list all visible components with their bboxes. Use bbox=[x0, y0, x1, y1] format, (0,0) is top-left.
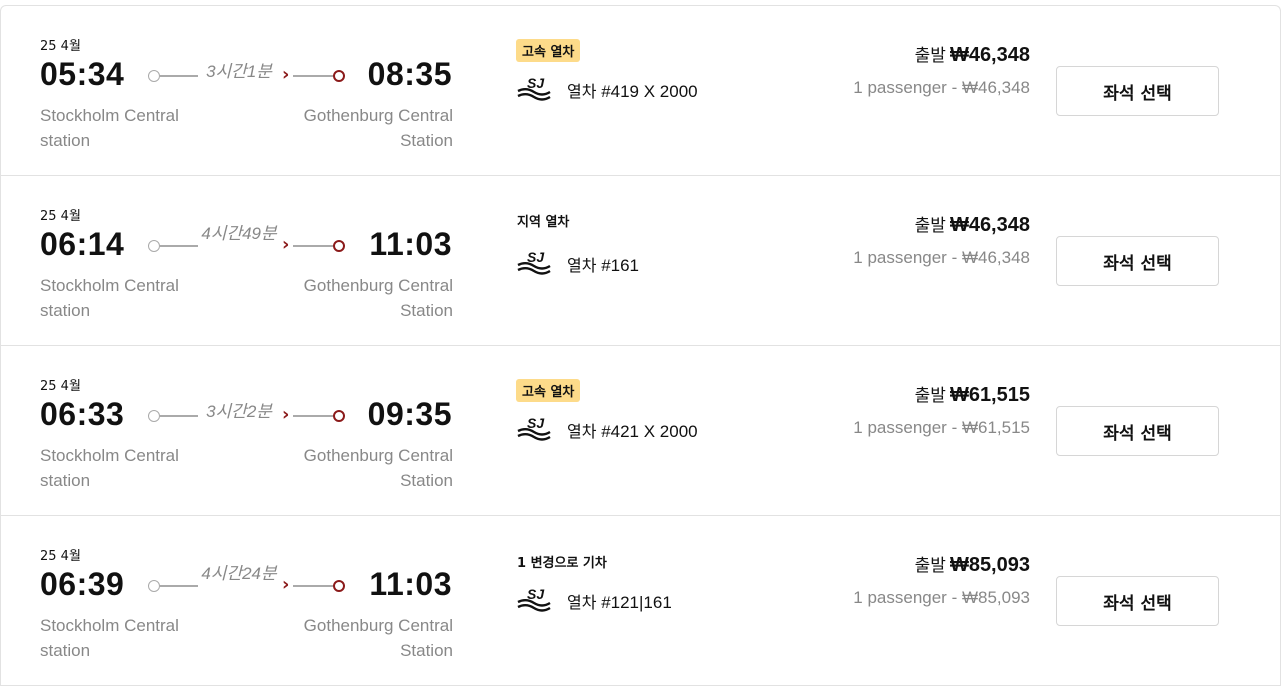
arrival-station: Gothenburg Central Station bbox=[303, 616, 453, 660]
route-line bbox=[293, 245, 333, 247]
travel-date: 25 4월 bbox=[40, 379, 81, 394]
train-result-row[interactable]: 25 4월 06:39 4시간24분 › 11:03 Stockholm Cen… bbox=[1, 516, 1280, 686]
train-results-list: 25 4월 05:34 3시간1분 › 08:35 Stockholm Cent… bbox=[0, 5, 1281, 686]
arrival-time: 11:03 bbox=[369, 226, 452, 262]
route-line bbox=[160, 245, 198, 247]
departure-time: 06:14 bbox=[40, 226, 125, 262]
price-prefix: 출발 bbox=[914, 556, 946, 576]
route-line bbox=[160, 75, 198, 77]
svg-text:SJ: SJ bbox=[527, 586, 545, 602]
train-result-row[interactable]: 25 4월 06:33 3시간2분 › 09:35 Stockholm Cent… bbox=[1, 346, 1280, 516]
sj-logo-icon: SJ bbox=[517, 249, 551, 275]
svg-text:SJ: SJ bbox=[527, 415, 545, 431]
trip-duration: 4시간24분 bbox=[201, 564, 277, 583]
destination-dot-icon bbox=[333, 70, 345, 82]
train-result-row[interactable]: 25 4월 05:34 3시간1분 › 08:35 Stockholm Cent… bbox=[1, 6, 1280, 176]
price-prefix: 출발 bbox=[914, 46, 946, 66]
train-number: #161 bbox=[601, 256, 640, 275]
passenger-price: 1 passenger - ₩46,348 bbox=[853, 78, 1030, 97]
passenger-price: 1 passenger - ₩46,348 bbox=[853, 248, 1030, 267]
arrival-time: 11:03 bbox=[369, 566, 452, 602]
price-prefix: 출발 bbox=[914, 216, 946, 236]
train-result-row[interactable]: 25 4월 06:14 4시간49분 › 11:03 Stockholm Cen… bbox=[1, 176, 1280, 346]
select-seat-button[interactable]: 좌석 선택 bbox=[1056, 406, 1219, 456]
price-amount: ₩46,348 bbox=[949, 44, 1030, 66]
chevron-right-icon: › bbox=[282, 64, 290, 85]
destination-dot-icon bbox=[333, 580, 345, 592]
route-line bbox=[160, 585, 198, 587]
departure-station: Stockholm Central station bbox=[40, 616, 179, 660]
origin-dot-icon bbox=[148, 70, 160, 82]
arrival-time: 08:35 bbox=[367, 56, 452, 92]
price-from: 출발 ₩46,348 bbox=[915, 41, 1030, 67]
svg-text:SJ: SJ bbox=[527, 249, 545, 265]
train-prefix: 열차 bbox=[567, 256, 597, 275]
price-from: 출발 ₩85,093 bbox=[915, 551, 1030, 577]
travel-date: 25 4월 bbox=[40, 39, 81, 54]
passenger-price: 1 passenger - ₩85,093 bbox=[853, 588, 1030, 607]
price-amount: ₩61,515 bbox=[949, 384, 1030, 406]
train-prefix: 열차 bbox=[567, 422, 597, 441]
chevron-right-icon: › bbox=[282, 574, 290, 595]
departure-station: Stockholm Central station bbox=[40, 106, 179, 150]
train-type-badge: 고속 열차 bbox=[516, 39, 581, 62]
origin-dot-icon bbox=[148, 410, 160, 422]
route-line bbox=[293, 415, 333, 417]
select-seat-button[interactable]: 좌석 선택 bbox=[1056, 576, 1219, 626]
price-amount: ₩46,348 bbox=[949, 214, 1030, 236]
train-type-badge: 1 변경으로 기차 bbox=[517, 556, 607, 571]
trip-duration: 4시간49분 bbox=[201, 224, 277, 243]
departure-time: 06:33 bbox=[40, 396, 125, 432]
price-from: 출발 ₩61,515 bbox=[915, 381, 1030, 407]
departure-time: 06:39 bbox=[40, 566, 125, 602]
route-line bbox=[293, 585, 333, 587]
trip-duration: 3시간2분 bbox=[206, 402, 272, 421]
chevron-right-icon: › bbox=[282, 404, 290, 425]
arrival-time: 09:35 bbox=[367, 396, 452, 432]
passenger-price: 1 passenger - ₩61,515 bbox=[853, 418, 1030, 437]
destination-dot-icon bbox=[333, 410, 345, 422]
route-timeline: 4시간24분 › bbox=[147, 565, 347, 606]
origin-dot-icon bbox=[148, 240, 160, 252]
departure-station: Stockholm Central station bbox=[40, 276, 179, 320]
route-timeline: 4시간49분 › bbox=[147, 225, 347, 266]
arrival-station: Gothenburg Central Station bbox=[303, 446, 453, 490]
origin-dot-icon bbox=[148, 580, 160, 592]
train-number: #419 X 2000 bbox=[601, 82, 698, 101]
svg-text:SJ: SJ bbox=[527, 75, 545, 91]
price-prefix: 출발 bbox=[914, 386, 946, 406]
select-seat-button[interactable]: 좌석 선택 bbox=[1056, 236, 1219, 286]
select-seat-button[interactable]: 좌석 선택 bbox=[1056, 66, 1219, 116]
route-line bbox=[160, 415, 198, 417]
arrival-station: Gothenburg Central Station bbox=[303, 276, 453, 320]
sj-logo-icon: SJ bbox=[517, 75, 551, 101]
route-timeline: 3시간1분 › bbox=[147, 62, 347, 96]
route-timeline: 3시간2분 › bbox=[147, 402, 347, 436]
price-amount: ₩85,093 bbox=[949, 554, 1030, 576]
destination-dot-icon bbox=[333, 240, 345, 252]
train-number: #421 X 2000 bbox=[601, 422, 698, 441]
departure-time: 05:34 bbox=[40, 56, 125, 92]
train-prefix: 열차 bbox=[567, 593, 597, 612]
sj-logo-icon: SJ bbox=[517, 415, 551, 441]
arrival-station: Gothenburg Central Station bbox=[303, 106, 453, 150]
trip-duration: 3시간1분 bbox=[206, 62, 272, 81]
price-from: 출발 ₩46,348 bbox=[915, 211, 1030, 237]
train-number: #121|161 bbox=[601, 593, 672, 612]
chevron-right-icon: › bbox=[282, 234, 290, 255]
train-prefix: 열차 bbox=[567, 82, 597, 101]
route-line bbox=[293, 75, 333, 77]
travel-date: 25 4월 bbox=[40, 209, 81, 224]
sj-logo-icon: SJ bbox=[517, 586, 551, 612]
travel-date: 25 4월 bbox=[40, 549, 81, 564]
train-type-badge: 지역 열차 bbox=[517, 215, 570, 230]
departure-station: Stockholm Central station bbox=[40, 446, 179, 490]
train-type-badge: 고속 열차 bbox=[516, 379, 581, 402]
